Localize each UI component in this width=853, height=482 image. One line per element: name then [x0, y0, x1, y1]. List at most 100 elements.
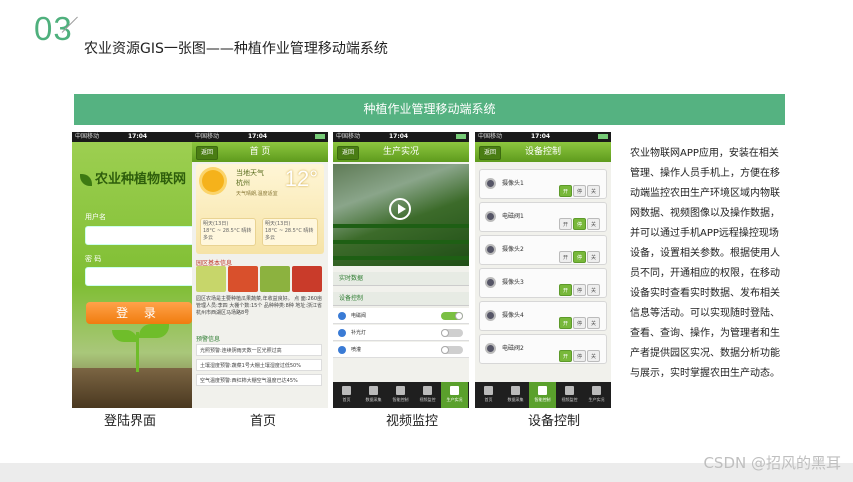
stop-button[interactable]: 停: [573, 350, 586, 362]
device-row: 电磁阀: [333, 308, 469, 324]
alarm-item[interactable]: 土壤湿度预警:蔬菜1号大棚土壤湿度过低50%: [196, 359, 322, 371]
off-button[interactable]: 关: [587, 317, 600, 329]
tab-home[interactable]: 首页: [333, 382, 360, 408]
slide-number: 03: [34, 10, 73, 47]
device-row: 喷灌: [333, 342, 469, 358]
app-logo: 农业种植物联网: [80, 168, 200, 187]
weather-label: 当地天气: [236, 169, 264, 177]
weather-description: 天气晴朗,温度适宜: [236, 191, 278, 197]
device-row: 电磁阀2 开停关: [479, 334, 607, 364]
stop-button[interactable]: 停: [573, 218, 586, 230]
tab-video[interactable]: 视频监控: [556, 382, 583, 408]
tab-data[interactable]: 数据采集: [360, 382, 387, 408]
tab-label: 视频监控: [419, 397, 436, 402]
password-input[interactable]: [85, 267, 195, 286]
battery-icon: [598, 134, 608, 139]
nav-bar: 返回 生产实况: [333, 142, 469, 162]
off-button[interactable]: 关: [587, 251, 600, 263]
crop-row: [333, 240, 469, 244]
username-label: 用户名: [85, 213, 106, 221]
phone-login-screen: 中国移动 17:04 农业种植物联网 用户名 密 码 登 录: [72, 132, 208, 408]
stop-button[interactable]: 停: [573, 251, 586, 263]
on-button[interactable]: 开: [559, 350, 572, 362]
off-button[interactable]: 关: [587, 218, 600, 230]
toggle-switch[interactable]: [441, 329, 463, 337]
clock: 17:04: [128, 133, 148, 140]
device-row: 摄像头2 开停关: [479, 235, 607, 265]
device-control-panel[interactable]: 设备控制: [333, 292, 469, 306]
clock: 17:04: [531, 133, 551, 140]
on-button[interactable]: 开: [559, 317, 572, 329]
back-button[interactable]: 返回: [479, 146, 501, 160]
tab-video[interactable]: 视频监控: [414, 382, 441, 408]
weather-temperature: 12°: [284, 166, 318, 191]
device-name: 摄像头2: [502, 246, 524, 253]
tab-bar: 首页 数据采集 智能控制 视频监控 生产实况: [475, 382, 611, 408]
nav-bar: 返回 设备控制: [475, 142, 611, 162]
login-button[interactable]: 登 录: [86, 302, 192, 324]
screen-title: 首 页: [249, 147, 271, 157]
back-button[interactable]: 返回: [196, 146, 218, 160]
battery-icon: [456, 134, 466, 139]
on-button[interactable]: 开: [559, 185, 572, 197]
tab-control[interactable]: 智能控制: [529, 382, 556, 408]
device-name: 电磁阀: [351, 313, 367, 319]
forecast-card: 明天(13日) 18°C ~ 28.5°C 晴转多云: [262, 218, 318, 246]
device-name: 摄像头4: [502, 312, 524, 319]
carrier-label: 中国移动: [195, 133, 220, 140]
tab-control[interactable]: 智能控制: [387, 382, 414, 408]
device-row: 摄像头1 开停关: [479, 169, 607, 199]
description-text: 农业物联网APP应用，安装在相关管理、操作人员手机上，方便在移动端监控农田生产环…: [630, 148, 780, 379]
caption-home: 首页: [250, 414, 277, 429]
slide-title: 农业资源GIS一张图——种植作业管理移动端系统: [84, 41, 388, 57]
toggle-switch[interactable]: [441, 346, 463, 354]
leaf-icon: [80, 173, 92, 186]
caption-video: 视频监控: [386, 414, 439, 429]
stop-button[interactable]: 停: [573, 317, 586, 329]
forecast-detail: 18°C ~ 28.5°C 晴转多云: [203, 228, 252, 241]
on-button[interactable]: 开: [559, 218, 572, 230]
caption-login: 登陆界面: [104, 414, 157, 429]
camera-icon: [485, 244, 496, 255]
clock: 17:04: [389, 133, 409, 140]
sun-icon: [202, 170, 224, 192]
off-button[interactable]: 关: [587, 350, 600, 362]
video-icon: [423, 386, 432, 395]
on-button[interactable]: 开: [559, 251, 572, 263]
alarm-item[interactable]: 空气温度预警:西红柿大棚空气温度已达45%: [196, 374, 322, 386]
device-icon: [338, 346, 346, 354]
sprout-leaf-left: [112, 330, 138, 342]
valve-icon: [485, 343, 496, 354]
forecast-detail: 18°C ~ 28.5°C 晴转多云: [265, 228, 314, 241]
on-button[interactable]: 开: [559, 284, 572, 296]
username-input[interactable]: [85, 226, 195, 245]
phone-home-screen: 中国移动 17:04 返回 首 页 当地天气 杭州 12° 天气晴朗,温度适宜 …: [192, 132, 328, 408]
stop-button[interactable]: 停: [573, 185, 586, 197]
phone-device-control-screen: 中国移动 17:04 返回 设备控制 摄像头1 开停关 电磁阀1 开停关 摄像头…: [475, 132, 611, 408]
device-icon: [338, 312, 346, 320]
produce-photo: [260, 266, 290, 292]
device-name: 摄像头3: [502, 279, 524, 286]
tab-home[interactable]: 首页: [475, 382, 502, 408]
forecast-card: 明天(13日) 18°C ~ 28.5°C 晴转多云: [200, 218, 256, 246]
alarm-item[interactable]: 光照预警:连续阴雨天数一区光照过高: [196, 344, 322, 356]
toggle-switch[interactable]: [441, 312, 463, 320]
farm-info-text: 园区农场是主要种植瓜果蔬菜,年收益良好。 点 面:260亩 管理人员:李四 大棚…: [196, 296, 323, 316]
realtime-data-panel[interactable]: 实时数据: [333, 272, 469, 286]
stop-button[interactable]: 停: [573, 284, 586, 296]
tab-production[interactable]: 生产实况: [441, 382, 468, 408]
tab-label: 生产实况: [446, 397, 463, 402]
play-icon[interactable]: [389, 198, 411, 220]
phone-video-screen: 中国移动 17:04 返回 生产实况 实时数据 设备控制 电磁阀 补光灯 喷灌 …: [333, 132, 469, 408]
off-button[interactable]: 关: [587, 185, 600, 197]
tab-production[interactable]: 生产实况: [583, 382, 610, 408]
tab-label: 智能控制: [392, 397, 409, 402]
soil-image: [72, 368, 208, 408]
back-button[interactable]: 返回: [337, 146, 359, 160]
tab-data[interactable]: 数据采集: [502, 382, 529, 408]
caption-control: 设备控制: [528, 414, 581, 429]
carrier-label: 中国移动: [336, 133, 361, 140]
watermark: CSDN @招风的黑耳: [703, 454, 841, 472]
off-button[interactable]: 关: [587, 284, 600, 296]
produce-photo: [292, 266, 322, 292]
